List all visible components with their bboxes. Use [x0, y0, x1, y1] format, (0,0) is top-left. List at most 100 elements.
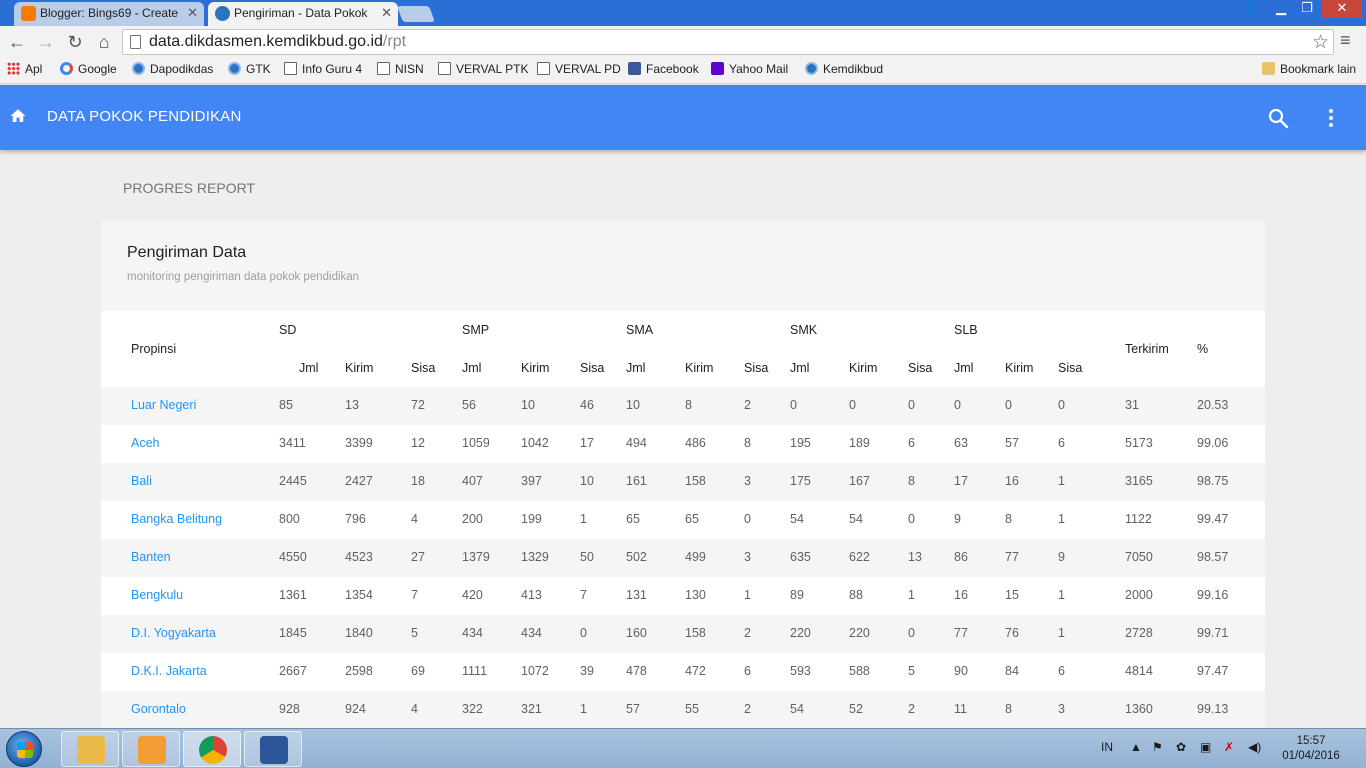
- taskbar-word[interactable]: [244, 731, 302, 767]
- tray-arrow-icon[interactable]: ▲: [1130, 740, 1142, 754]
- table-cell: 88: [849, 588, 863, 602]
- bookmark-verval-pd[interactable]: VERVAL PD: [537, 62, 621, 76]
- bookmark-verval-ptk[interactable]: VERVAL PTK: [438, 62, 528, 76]
- restore-button[interactable]: ❐: [1294, 0, 1320, 18]
- url-path: /rpt: [382, 33, 407, 50]
- volume-icon[interactable]: ◀): [1248, 740, 1261, 754]
- new-tab-button[interactable]: [397, 6, 435, 22]
- table-cell: 588: [849, 664, 870, 678]
- bookmark-label: Info Guru 4: [302, 62, 363, 76]
- table-cell: 199: [521, 512, 542, 526]
- table-cell: 796: [345, 512, 366, 526]
- close-window-button[interactable]: ✕: [1322, 0, 1362, 18]
- province-link[interactable]: Banten: [131, 550, 171, 564]
- table-cell: 8: [1005, 702, 1012, 716]
- device-icon[interactable]: ▣: [1200, 740, 1211, 754]
- table-row[interactable]: [101, 539, 1265, 577]
- table-row[interactable]: [101, 691, 1265, 729]
- bookmark-google[interactable]: Google: [60, 62, 117, 76]
- kemdikbud-icon: [215, 6, 230, 21]
- bookmark-label: GTK: [246, 62, 271, 76]
- table-row[interactable]: [101, 387, 1265, 425]
- province-link[interactable]: Gorontalo: [131, 702, 186, 716]
- tab-pengiriman[interactable]: Pengiriman - Data Pokok ✕: [208, 2, 398, 26]
- bookmark-kemdikbud[interactable]: Kemdikbud: [805, 62, 883, 76]
- bookmark-info-guru-4[interactable]: Info Guru 4: [284, 62, 362, 76]
- table-cell: 413: [521, 588, 542, 602]
- table-cell: 322: [462, 702, 483, 716]
- bookmark-gtk[interactable]: GTK: [228, 62, 271, 76]
- language-indicator[interactable]: IN: [1101, 740, 1113, 754]
- table-cell: 10: [580, 474, 594, 488]
- table-cell: 220: [790, 626, 811, 640]
- table-row[interactable]: [101, 463, 1265, 501]
- minimize-button[interactable]: ▁: [1268, 0, 1294, 18]
- table-cell: 593: [790, 664, 811, 678]
- page-icon: [537, 62, 550, 75]
- percent-cell: 20.53: [1197, 398, 1229, 412]
- table-cell: 321: [521, 702, 542, 716]
- system-clock[interactable]: 15:57 01/04/2016: [1280, 734, 1342, 764]
- bookmark-nisn[interactable]: NISN: [377, 62, 424, 76]
- clock-date: 01/04/2016: [1282, 750, 1340, 762]
- table-cell: 2445: [279, 474, 307, 488]
- bookmark-other[interactable]: Bookmark lain: [1262, 62, 1356, 76]
- taskbar-media-player[interactable]: [122, 731, 180, 767]
- header-slb-jml: Jml: [954, 361, 974, 375]
- start-button[interactable]: [6, 731, 42, 767]
- province-link[interactable]: Bengkulu: [131, 588, 183, 602]
- table-cell: 502: [626, 550, 647, 564]
- table-row[interactable]: [101, 615, 1265, 653]
- table-cell: 6: [1058, 436, 1065, 450]
- header-smp-sisa: Sisa: [580, 361, 605, 375]
- table-cell: 85: [279, 398, 293, 412]
- province-link[interactable]: D.K.I. Jakarta: [131, 664, 207, 678]
- more-vert-icon[interactable]: [1322, 106, 1340, 130]
- address-bar[interactable]: data.dikdasmen.kemdikbud.go.id/rpt ☆: [122, 29, 1334, 55]
- table-cell: 1072: [521, 664, 549, 678]
- table-cell: 161: [626, 474, 647, 488]
- close-icon[interactable]: ✕: [381, 2, 392, 24]
- header-sd-jml: Jml: [299, 361, 319, 375]
- table-cell: 130: [685, 588, 706, 602]
- back-icon[interactable]: ←: [6, 31, 28, 53]
- table-cell: 10: [626, 398, 640, 412]
- table-cell: 84: [1005, 664, 1019, 678]
- app-title[interactable]: DATA POKOK PENDIDIKAN: [47, 108, 242, 125]
- tab-blogger[interactable]: Blogger: Bings69 - Create ✕: [14, 2, 204, 26]
- close-icon[interactable]: ✕: [187, 2, 198, 24]
- table-cell: 89: [790, 588, 804, 602]
- taskbar-chrome[interactable]: [183, 731, 241, 767]
- table-cell: 434: [521, 626, 542, 640]
- table-row[interactable]: [101, 501, 1265, 539]
- search-icon[interactable]: [1266, 106, 1290, 130]
- bookmark-facebook[interactable]: Facebook: [628, 62, 699, 76]
- forward-icon[interactable]: →: [35, 31, 57, 53]
- home-icon[interactable]: [9, 107, 27, 125]
- taskbar-explorer[interactable]: [61, 731, 119, 767]
- browser-menu-icon[interactable]: ≡: [1340, 30, 1351, 51]
- percent-cell: 99.16: [1197, 588, 1229, 602]
- home-icon[interactable]: ⌂: [93, 31, 115, 53]
- bookmark-star-icon[interactable]: ☆: [1312, 31, 1329, 54]
- province-link[interactable]: Bali: [131, 474, 152, 488]
- province-link[interactable]: Aceh: [131, 436, 160, 450]
- network-icon[interactable]: ✗: [1224, 740, 1234, 754]
- table-cell: 27: [411, 550, 425, 564]
- province-link[interactable]: D.I. Yogyakarta: [131, 626, 216, 640]
- reload-icon[interactable]: ↻: [64, 31, 86, 53]
- bookmark-yahoo-mail[interactable]: Yahoo Mail: [711, 62, 788, 76]
- table-row[interactable]: [101, 577, 1265, 615]
- table-cell: 3: [744, 550, 751, 564]
- table-cell: 2667: [279, 664, 307, 678]
- bookmark-apl[interactable]: Apl: [7, 62, 42, 76]
- action-center-flag-icon[interactable]: ⚑: [1152, 740, 1163, 754]
- tray-app-icon[interactable]: ✿: [1176, 740, 1186, 754]
- province-link[interactable]: Luar Negeri: [131, 398, 196, 412]
- table-cell: 1111: [462, 664, 488, 678]
- table-row[interactable]: [101, 653, 1265, 691]
- province-link[interactable]: Bangka Belitung: [131, 512, 222, 526]
- table-row[interactable]: [101, 425, 1265, 463]
- user-icon[interactable]: 👤: [1238, 0, 1264, 18]
- bookmark-dapodikdas[interactable]: Dapodikdas: [132, 62, 213, 76]
